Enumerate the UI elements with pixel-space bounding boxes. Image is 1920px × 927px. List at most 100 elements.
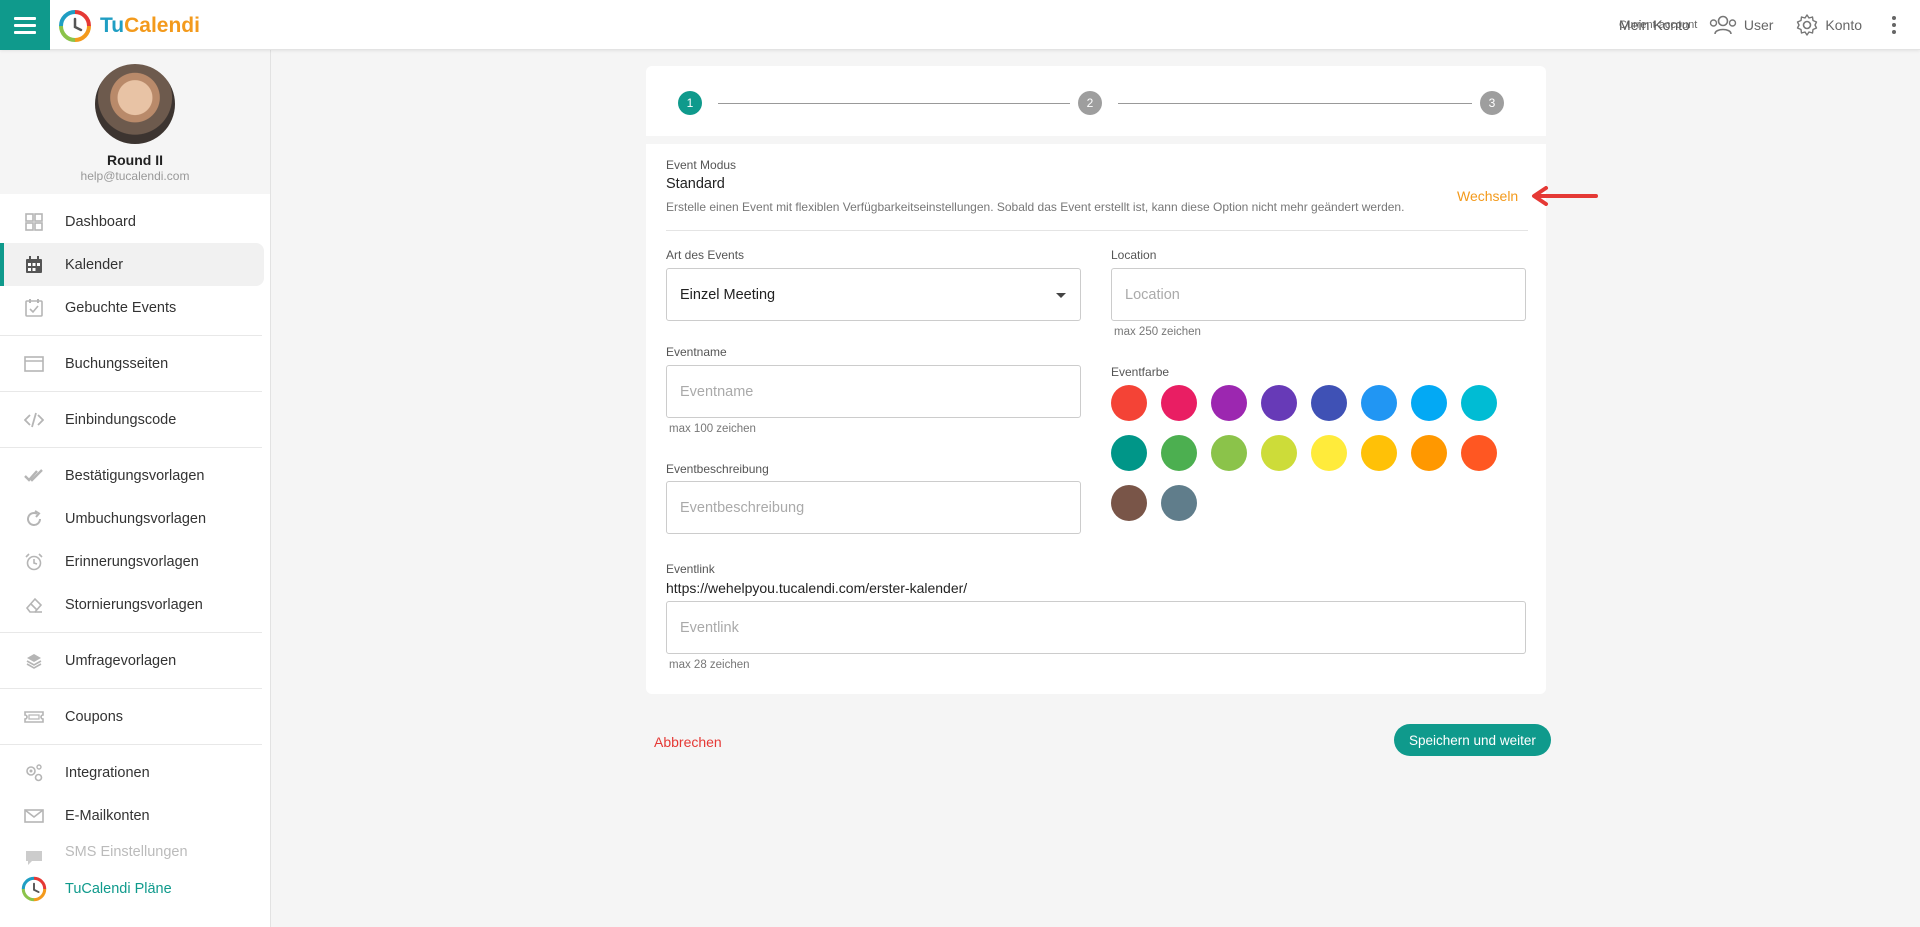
event-description-placeholder: Eventbeschreibung bbox=[680, 499, 805, 516]
color-swatch[interactable] bbox=[1211, 435, 1247, 471]
color-swatch[interactable] bbox=[1111, 435, 1147, 471]
hamburger-menu-button[interactable] bbox=[0, 0, 50, 50]
sidebar-item-kalender[interactable]: Kalender bbox=[0, 243, 264, 286]
profile-email: help@tucalendi.com bbox=[80, 169, 190, 183]
step-connector bbox=[718, 103, 1070, 104]
eraser-icon bbox=[25, 597, 43, 613]
sidebar-item-umbuchungsvorlagen[interactable]: Umbuchungsvorlagen bbox=[0, 497, 270, 540]
color-swatch[interactable] bbox=[1161, 485, 1197, 521]
event-description-label: Eventbeschreibung bbox=[666, 462, 769, 476]
color-swatch[interactable] bbox=[1461, 435, 1497, 471]
event-color-label: Eventfarbe bbox=[1111, 365, 1170, 379]
user-menu-button[interactable]: User bbox=[1708, 14, 1773, 36]
dashboard-icon bbox=[25, 213, 43, 231]
sidebar-item-label: Erinnerungsvorlagen bbox=[65, 553, 199, 570]
gears-icon bbox=[26, 764, 43, 782]
divider bbox=[0, 335, 262, 336]
sidebar-item-einbindungscode[interactable]: Einbindungscode bbox=[0, 398, 270, 441]
sidebar-item-label: Umfragevorlagen bbox=[65, 652, 177, 669]
sidebar-item-gebuchte-events[interactable]: Gebuchte Events bbox=[0, 286, 270, 329]
event-type-select[interactable]: Einzel Meeting bbox=[666, 268, 1081, 321]
step-3[interactable]: 3 bbox=[1480, 91, 1504, 115]
layers-icon bbox=[26, 654, 42, 669]
sms-icon bbox=[26, 851, 42, 865]
logo-text: TuCalendi bbox=[100, 14, 200, 37]
color-swatch[interactable] bbox=[1311, 435, 1347, 471]
sidebar-item-label: Dashboard bbox=[65, 213, 136, 230]
color-swatch[interactable] bbox=[1311, 385, 1347, 421]
event-mode-label: Event Modus bbox=[666, 158, 737, 172]
divider bbox=[0, 447, 262, 448]
current-account[interactable]: Current account Mein Konto bbox=[1619, 18, 1697, 32]
sidebar-item-e-mailkonten[interactable]: E-Mailkonten bbox=[0, 794, 270, 837]
step-2[interactable]: 2 bbox=[1078, 91, 1102, 115]
color-swatch[interactable] bbox=[1111, 485, 1147, 521]
event-link-base-url: https://wehelpyou.tucalendi.com/erster-k… bbox=[666, 580, 968, 596]
color-swatch[interactable] bbox=[1161, 435, 1197, 471]
color-swatch[interactable] bbox=[1411, 385, 1447, 421]
sidebar-item-label: E-Mailkonten bbox=[65, 807, 150, 824]
event-type-value: Einzel Meeting bbox=[680, 286, 776, 303]
location-label: Location bbox=[1111, 248, 1157, 262]
sidebar-item-erinnerungsvorlagen[interactable]: Erinnerungsvorlagen bbox=[0, 540, 270, 583]
gear-icon bbox=[1797, 14, 1818, 36]
divider bbox=[0, 744, 262, 745]
color-swatch[interactable] bbox=[1361, 435, 1397, 471]
konto-label: Konto bbox=[1825, 17, 1862, 33]
switch-mode-link[interactable]: Wechseln bbox=[1457, 188, 1518, 204]
event-mode-value: Standard bbox=[666, 176, 725, 192]
divider bbox=[666, 230, 1528, 231]
sidebar-item-label: Kalender bbox=[65, 256, 124, 273]
event-mode-description: Erstelle einen Event mit flexiblen Verfü… bbox=[666, 200, 1405, 214]
cancel-button[interactable]: Abbrechen bbox=[654, 734, 722, 750]
double-check-icon bbox=[24, 469, 43, 482]
location-input[interactable]: Location bbox=[1111, 268, 1526, 321]
location-hint: max 250 zeichen bbox=[1114, 326, 1201, 338]
event-description-input[interactable]: Eventbeschreibung bbox=[666, 481, 1081, 534]
app-logo[interactable]: TuCalendi bbox=[58, 9, 200, 43]
profile-name: Round II bbox=[107, 152, 163, 168]
sidebar-item-bestaetigungsvorlagen[interactable]: Bestätigungsvorlagen bbox=[0, 454, 270, 497]
avatar[interactable] bbox=[95, 64, 175, 144]
color-swatch[interactable] bbox=[1261, 435, 1297, 471]
hamburger-icon bbox=[14, 23, 36, 27]
color-swatch[interactable] bbox=[1411, 435, 1447, 471]
event-link-input[interactable]: Eventlink bbox=[666, 601, 1526, 654]
event-link-hint: max 28 zeichen bbox=[669, 659, 750, 671]
sidebar-item-tucalendi-plaene[interactable]: TuCalendi Pläne bbox=[0, 867, 270, 910]
calendar-check-icon bbox=[25, 299, 43, 317]
divider bbox=[0, 391, 262, 392]
sidebar-item-label: Umbuchungsvorlagen bbox=[65, 510, 207, 527]
sidebar-item-stornierungsvorlagen[interactable]: Stornierungsvorlagen bbox=[0, 583, 270, 626]
event-type-label: Art des Events bbox=[666, 248, 745, 262]
code-icon bbox=[24, 412, 44, 428]
color-swatch[interactable] bbox=[1211, 385, 1247, 421]
event-name-hint: max 100 zeichen bbox=[669, 423, 756, 435]
sidebar-item-buchungsseiten[interactable]: Buchungsseiten bbox=[0, 342, 270, 385]
save-and-continue-button[interactable]: Speichern und weiter bbox=[1394, 724, 1551, 756]
color-swatch[interactable] bbox=[1161, 385, 1197, 421]
color-swatch[interactable] bbox=[1111, 385, 1147, 421]
sidebar-item-coupons[interactable]: Coupons bbox=[0, 695, 270, 738]
konto-menu-button[interactable]: Konto bbox=[1795, 13, 1862, 37]
sidebar-item-dashboard[interactable]: Dashboard bbox=[0, 200, 270, 243]
sidebar-item-sms-einstellungen[interactable]: SMS Einstellungen bbox=[0, 837, 270, 867]
event-name-placeholder: Eventname bbox=[680, 383, 754, 400]
sidebar-item-label: SMS Einstellungen bbox=[65, 844, 188, 860]
color-swatch[interactable] bbox=[1461, 385, 1497, 421]
envelope-icon bbox=[24, 809, 44, 823]
event-link-placeholder: Eventlink bbox=[680, 619, 739, 636]
sidebar-item-umfragevorlagen[interactable]: Umfragevorlagen bbox=[0, 639, 270, 682]
step-1[interactable]: 1 bbox=[678, 91, 702, 115]
event-name-input[interactable]: Eventname bbox=[666, 365, 1081, 418]
refresh-icon bbox=[27, 510, 41, 526]
sidebar-item-integrationen[interactable]: Integrationen bbox=[0, 751, 270, 794]
more-options-icon[interactable] bbox=[1884, 16, 1904, 34]
sidebar-item-label: Buchungsseiten bbox=[65, 355, 169, 372]
step-connector bbox=[1118, 103, 1472, 104]
annotation-arrow-icon bbox=[1532, 186, 1598, 206]
sidebar-item-label: TuCalendi Pläne bbox=[65, 880, 172, 897]
users-icon bbox=[1709, 15, 1737, 35]
color-swatch[interactable] bbox=[1261, 385, 1297, 421]
color-swatch[interactable] bbox=[1361, 385, 1397, 421]
